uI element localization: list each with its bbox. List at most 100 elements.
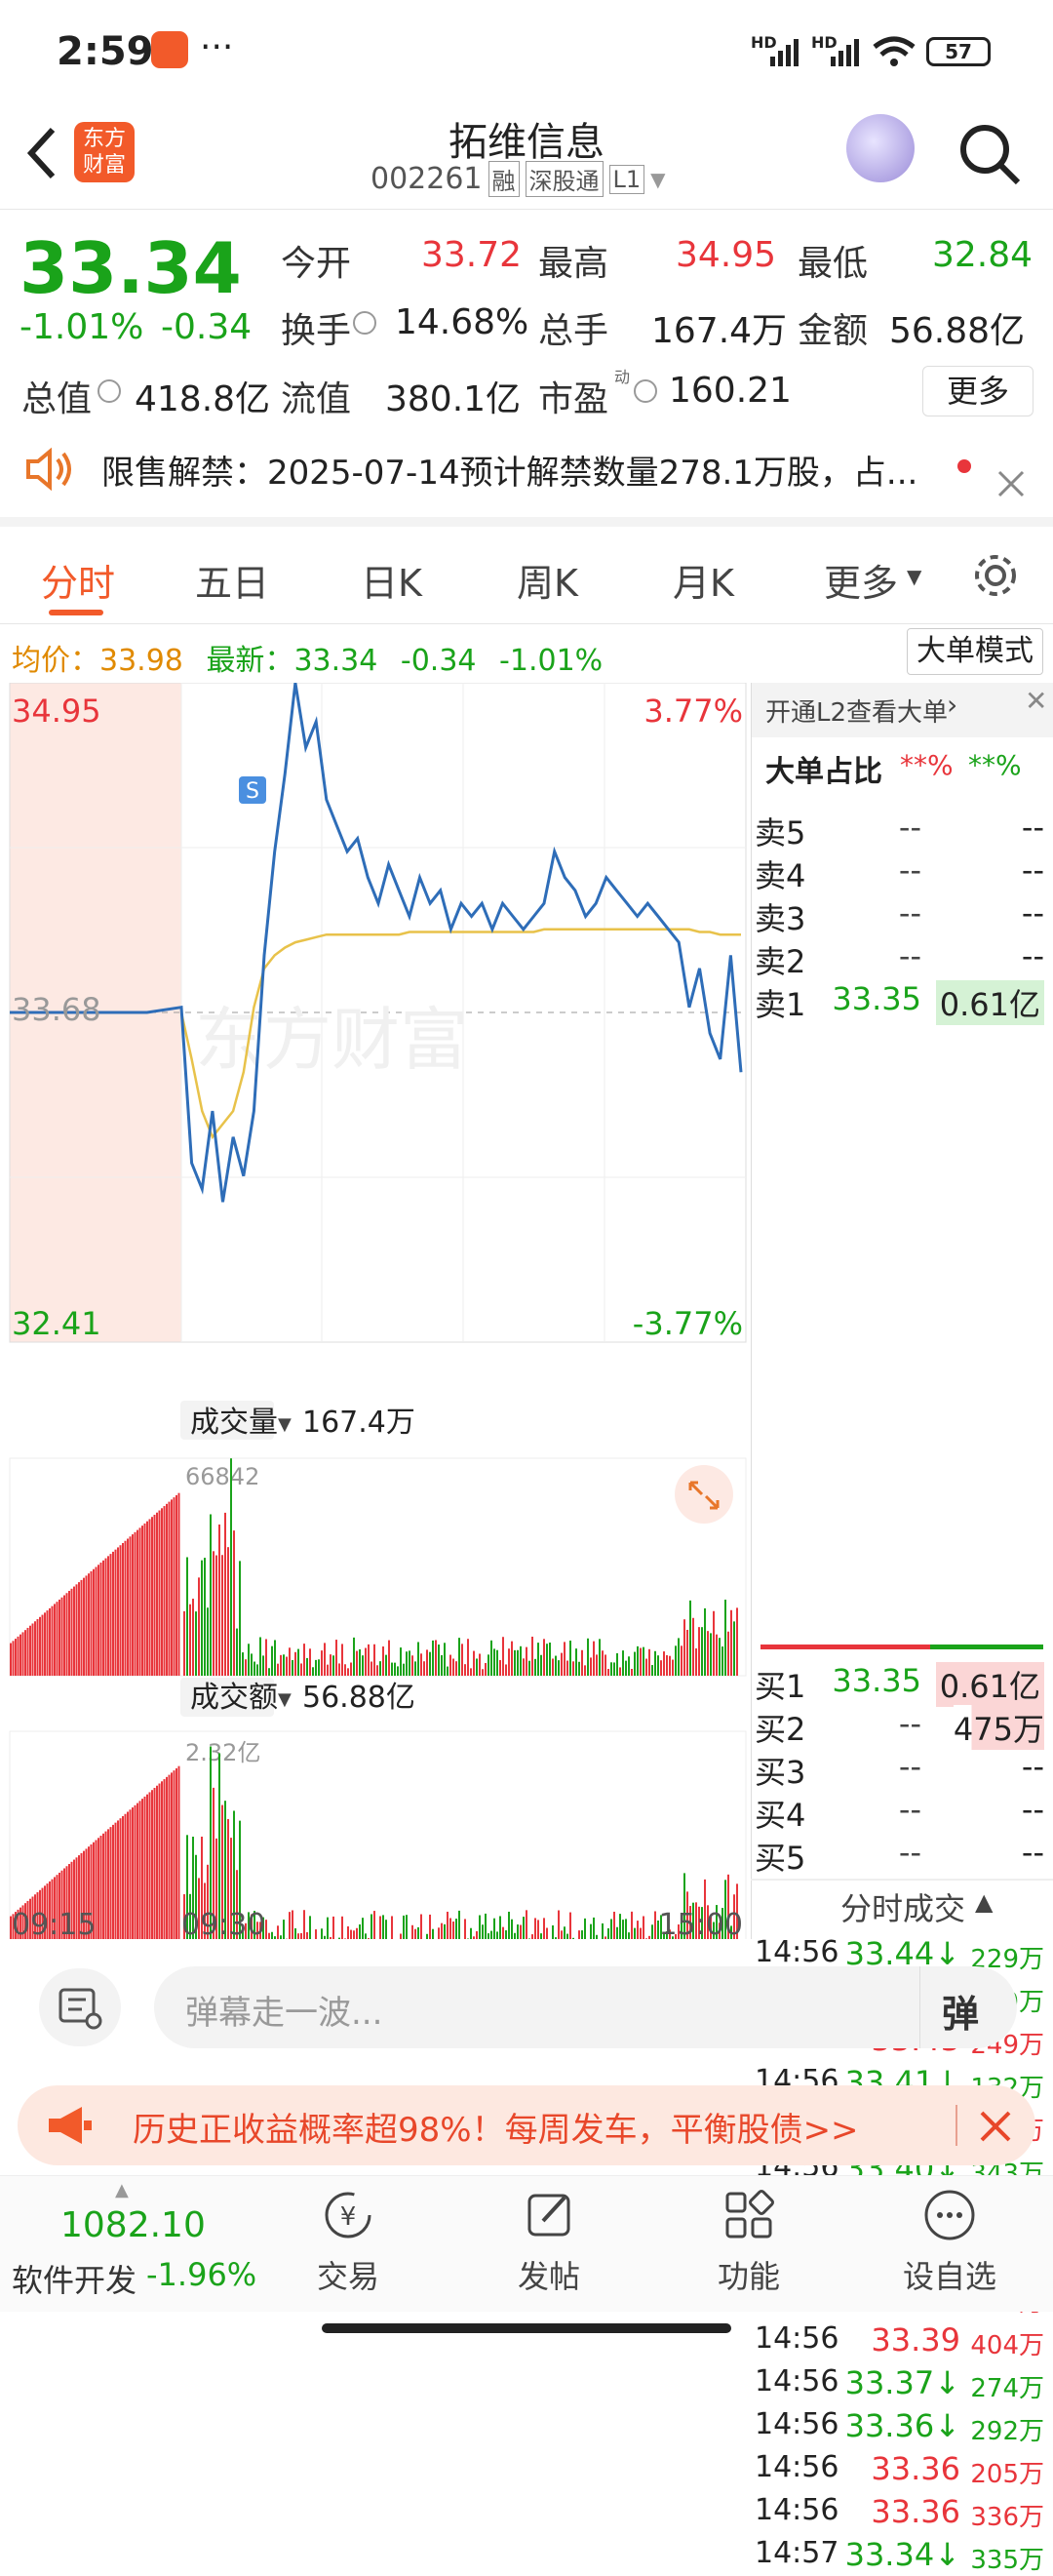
l2-chevron-icon: › xyxy=(947,689,957,721)
volume-bar xyxy=(479,1916,481,1939)
volume-bar xyxy=(385,1655,387,1676)
volume-bar xyxy=(464,1664,466,1676)
volume-bar xyxy=(426,1649,428,1676)
danmu-input[interactable]: 弹幕走一波... 弹 xyxy=(154,1966,1017,2048)
more-button[interactable]: 更多 xyxy=(922,366,1034,416)
volume-bar xyxy=(362,1918,364,1939)
volume-bar xyxy=(686,1630,688,1676)
volume-bar xyxy=(523,1917,525,1939)
volume-bar xyxy=(566,1661,568,1676)
pre-bar xyxy=(110,1827,112,1939)
volume-bar xyxy=(438,1645,440,1676)
pre-bar xyxy=(161,1781,163,1939)
volume-bar xyxy=(429,1915,431,1939)
volume-bar xyxy=(186,1557,188,1676)
volume-bar xyxy=(552,1925,554,1939)
chart-area: 均价：33.98 最新：33.34 -0.34 -1.01% 大单模式 东方财富… xyxy=(0,624,1053,1941)
volume-bar xyxy=(701,1627,703,1676)
tab-5day[interactable]: 五日 xyxy=(195,553,269,607)
volume-bar xyxy=(414,1929,416,1939)
volume-bar xyxy=(368,1645,370,1676)
volume-bar xyxy=(514,1933,516,1939)
pre-bar xyxy=(105,1559,107,1676)
close-notice-icon[interactable] xyxy=(996,469,1026,498)
tab-weekly-k[interactable]: 周K xyxy=(517,553,578,607)
comment-bar: 弹幕走一波... 弹 xyxy=(0,1941,1053,2073)
volume-bar xyxy=(248,1644,250,1676)
big-ratio-label: 大单占比 xyxy=(765,747,882,790)
amount-max-label: 2.32亿 xyxy=(185,1739,260,1766)
nav-trade[interactable]: ¥ 交易 xyxy=(280,2186,416,2297)
volume-bar xyxy=(733,1621,735,1676)
stock-code-row[interactable]: 002261 融 深股通 L1 ▼ xyxy=(370,161,666,197)
index-ticker[interactable]: ▲ 1082.10 软件开发 -1.96% xyxy=(0,2176,244,2313)
tab-monthly-k[interactable]: 月K xyxy=(673,553,734,607)
notice-bar[interactable]: 限售解禁：2025-07-14预计解禁数量278.1万股，占... xyxy=(0,434,1053,527)
info-icon-3[interactable] xyxy=(634,379,657,403)
pre-bar xyxy=(88,1573,90,1676)
danmu-toggle-icon[interactable]: 弹 xyxy=(942,1984,979,2038)
nav-add-watchlist[interactable]: 设自选 xyxy=(881,2186,1018,2297)
promo-text: 历史正收益概率超98%！每周发车，平衡股债>> xyxy=(133,2103,859,2151)
volume-bar xyxy=(423,1661,425,1676)
svg-text:¥: ¥ xyxy=(340,2202,357,2232)
ob-price: 33.35 xyxy=(832,1662,921,1699)
ob-price: -- xyxy=(899,1791,921,1828)
settings-gear-icon[interactable] xyxy=(969,549,1022,602)
info-icon[interactable] xyxy=(353,311,376,335)
close-l2-icon[interactable]: ✕ xyxy=(1025,685,1047,717)
summary-line: 均价：33.98 最新：33.34 -0.34 -1.01% xyxy=(12,636,603,679)
tab-intraday[interactable]: 分时 xyxy=(41,553,115,607)
volume-bar xyxy=(558,1911,560,1939)
info-icon-2[interactable] xyxy=(98,379,121,403)
l2-link-text: 开通L2查看大单 xyxy=(765,693,948,729)
volume-bar xyxy=(485,1914,487,1939)
market-cap-label: 总值 xyxy=(21,371,92,421)
back-icon[interactable] xyxy=(21,124,60,182)
l2-link[interactable]: 开通L2查看大单 › ✕ xyxy=(752,683,1053,737)
volume-bar xyxy=(382,1646,384,1676)
pre-bar xyxy=(102,1834,104,1939)
nav-post[interactable]: 发帖 xyxy=(481,2186,617,2297)
pre-bar xyxy=(39,1617,41,1676)
bid-ask-divider xyxy=(760,1645,1043,1649)
ob-price: -- xyxy=(899,1705,921,1742)
volume-bar xyxy=(294,1928,296,1939)
pre-bar xyxy=(81,1580,83,1676)
expand-chart-icon[interactable] xyxy=(675,1465,733,1524)
volume-bar xyxy=(230,1458,232,1676)
volume-bar xyxy=(716,1635,718,1676)
comment-settings-icon[interactable] xyxy=(39,1968,121,2046)
tab-more[interactable]: 更多 xyxy=(824,553,898,607)
volume-bar xyxy=(297,1649,299,1676)
volume-bar xyxy=(681,1645,682,1676)
turnover-label: 换手 xyxy=(281,302,351,353)
volume-bar xyxy=(335,1640,337,1676)
bid-row-1: 买2--475万 xyxy=(751,1701,1048,1744)
volume-bar xyxy=(324,1936,326,1939)
volume-bar xyxy=(353,1930,355,1939)
nav-functions-label: 功能 xyxy=(681,2252,817,2297)
tab-daily-k[interactable]: 日K xyxy=(361,553,422,607)
pre-bar xyxy=(151,1517,153,1676)
volume-bar xyxy=(347,1668,349,1676)
low-value: 32.84 xyxy=(932,235,1033,275)
big-ratio-green: **% xyxy=(968,749,1022,781)
robot-assistant-icon[interactable] xyxy=(846,114,915,182)
big-ratio-red: **% xyxy=(900,749,954,781)
pre-bar xyxy=(127,1539,129,1676)
volume-bar xyxy=(370,1914,372,1939)
ticks-title[interactable]: 分时成交 xyxy=(840,1884,965,1929)
bid-row-0: 买133.350.61亿 xyxy=(751,1658,1048,1701)
price-chart[interactable]: 东方财富 34.95 33.68 32.41 3.77% -3.77% S 成交… xyxy=(0,683,751,1939)
volume-bar xyxy=(409,1650,410,1676)
close-banner-icon[interactable] xyxy=(978,2109,1013,2144)
pre-bar xyxy=(115,1823,117,1939)
search-icon[interactable] xyxy=(956,120,1024,188)
nav-functions[interactable]: 功能 xyxy=(681,2186,817,2297)
pre-bar xyxy=(174,1497,176,1676)
volume-bar xyxy=(590,1924,592,1939)
ticks-collapse-icon[interactable]: ▲ xyxy=(975,1888,993,1916)
big-order-mode-button[interactable]: 大单模式 xyxy=(907,628,1043,675)
promo-banner[interactable]: 历史正收益概率超98%！每周发车，平衡股债>> xyxy=(18,2085,1035,2165)
